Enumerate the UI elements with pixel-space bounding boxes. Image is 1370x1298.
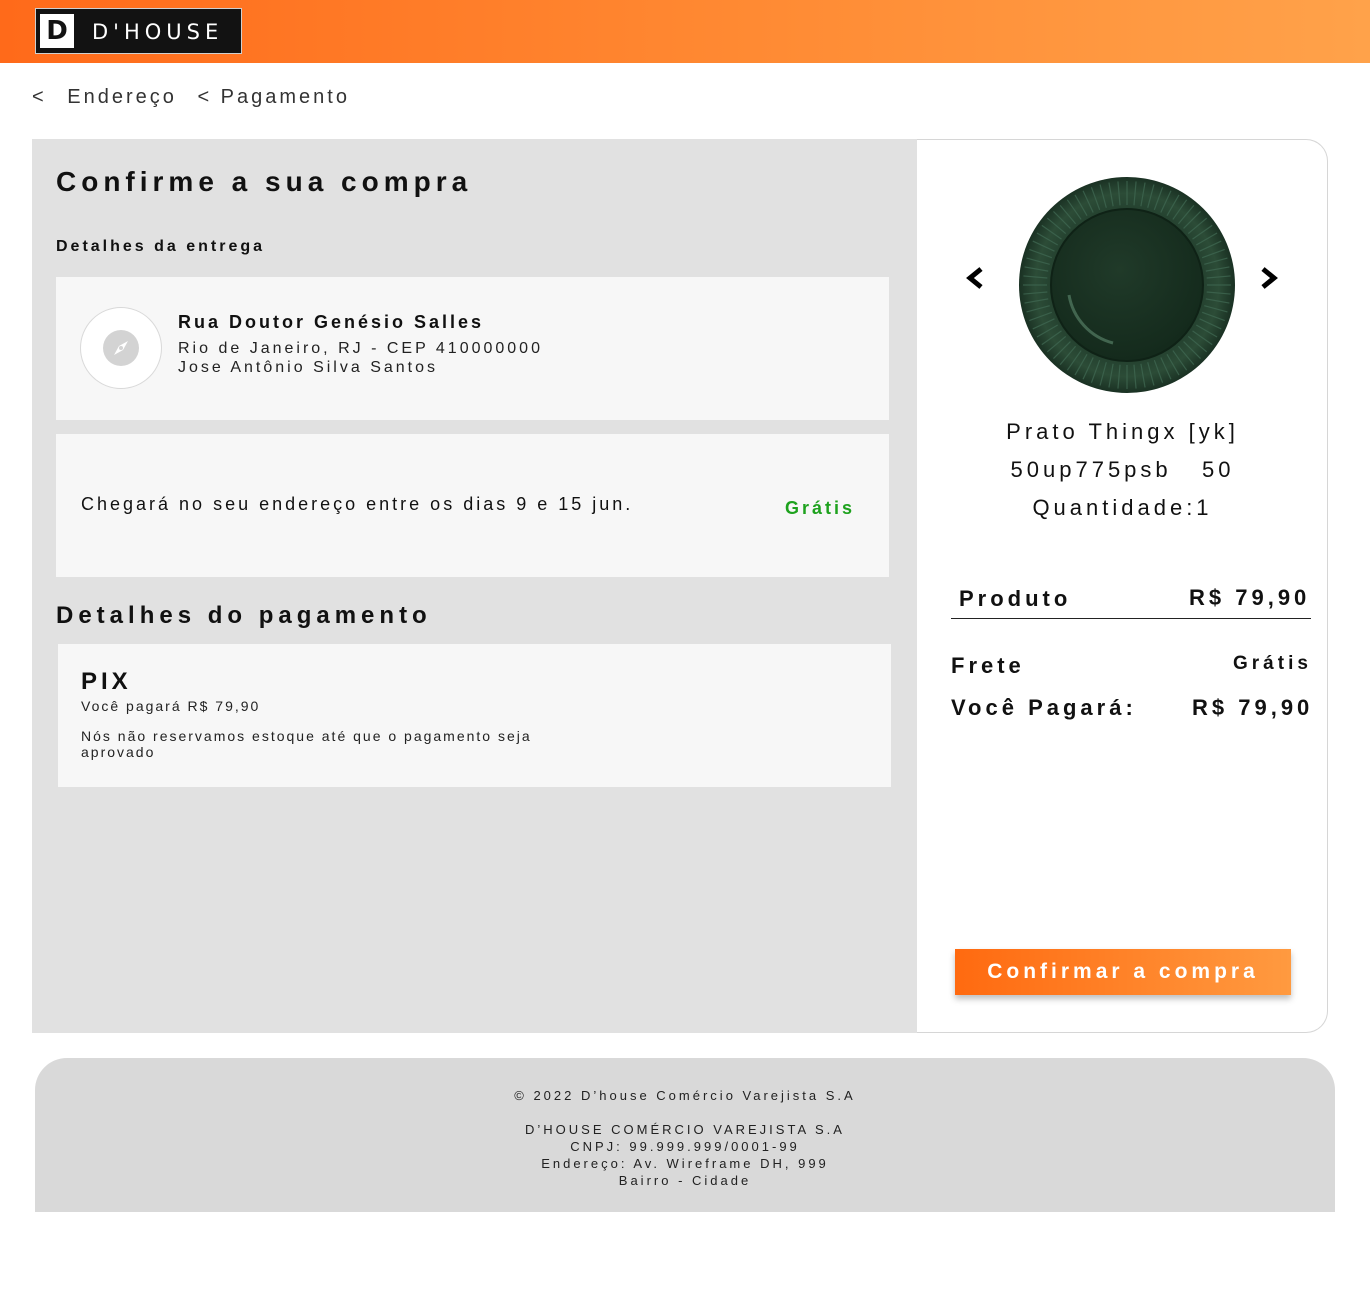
footer-company: D’HOUSE COMÉRCIO VAREJISTA S.A <box>525 1122 845 1137</box>
breadcrumb-back[interactable]: < <box>32 86 47 108</box>
compass-icon <box>80 307 162 389</box>
payment-card[interactable]: PIX Você pagará R$ 79,90 Nós não reserva… <box>58 644 891 787</box>
summary-shipping-label: Frete <box>951 653 1025 678</box>
top-bar: D D'HOUSE <box>0 0 1370 63</box>
dhouse-logo[interactable]: D D'HOUSE <box>35 8 242 54</box>
payment-amount: Você pagará R$ 79,90 <box>81 698 261 714</box>
confirm-purchase-button[interactable]: Confirmar a compra <box>955 949 1291 995</box>
footer-cnpj: CNPJ: 99.999.999/0001-99 <box>570 1139 800 1154</box>
shipping-estimate: Chegará no seu endereço entre os dias 9 … <box>81 494 634 514</box>
payment-method: PIX <box>81 668 132 695</box>
summary-total-value: R$ 79,90 <box>1192 695 1314 720</box>
footer-district: Bairro - Cidade <box>618 1173 752 1188</box>
chevron-right-icon[interactable] <box>1253 262 1283 294</box>
footer-address: Endereço: Av. Wireframe DH, 999 <box>541 1156 829 1171</box>
page-title: Confirme a sua compra <box>56 166 473 197</box>
checkout-details-panel <box>32 139 917 1033</box>
address-city: Rio de Janeiro, RJ - CEP 410000000 <box>178 340 543 357</box>
summary-product-label: Produto <box>959 586 1072 611</box>
breadcrumb-item-endereco[interactable]: Endereço <box>67 86 177 108</box>
payment-note: Nós não reservamos estoque até que o pag… <box>81 728 532 760</box>
logo-text: D'HOUSE <box>92 20 224 44</box>
summary-shipping-value: Grátis <box>1233 653 1312 674</box>
product-quantity: Quantidade:1 <box>1032 495 1213 520</box>
chevron-left-icon[interactable] <box>961 262 991 294</box>
breadcrumb: < Endereço < Pagamento <box>32 86 362 109</box>
footer: © 2022 D’house Comércio Varejista S.A D’… <box>35 1058 1335 1212</box>
breadcrumb-item-pagamento[interactable]: < Pagamento <box>197 86 350 108</box>
payment-heading: Detalhes do pagamento <box>56 602 432 629</box>
product-name: Prato Thingx [yk] <box>1006 419 1239 444</box>
address-street: Rua Doutor Genésio Salles <box>178 312 485 332</box>
summary-product-value: R$ 79,90 <box>1189 585 1311 610</box>
summary-total-label: Você Pagará: <box>951 695 1137 720</box>
summary-divider <box>951 618 1311 619</box>
green-plate-image <box>1017 175 1237 395</box>
footer-copyright: © 2022 D’house Comércio Varejista S.A <box>514 1088 856 1103</box>
address-card[interactable]: Rua Doutor Genésio Salles Rio de Janeiro… <box>56 277 889 420</box>
delivery-heading: Detalhes da entrega <box>56 238 266 255</box>
shipping-price: Grátis <box>785 498 856 518</box>
product-code: 50up775psb 50 <box>1010 457 1235 482</box>
address-recipient: Jose Antônio Silva Santos <box>178 359 439 376</box>
logo-mark: D <box>40 14 74 48</box>
shipping-card[interactable]: Chegará no seu endereço entre os dias 9 … <box>56 434 889 577</box>
